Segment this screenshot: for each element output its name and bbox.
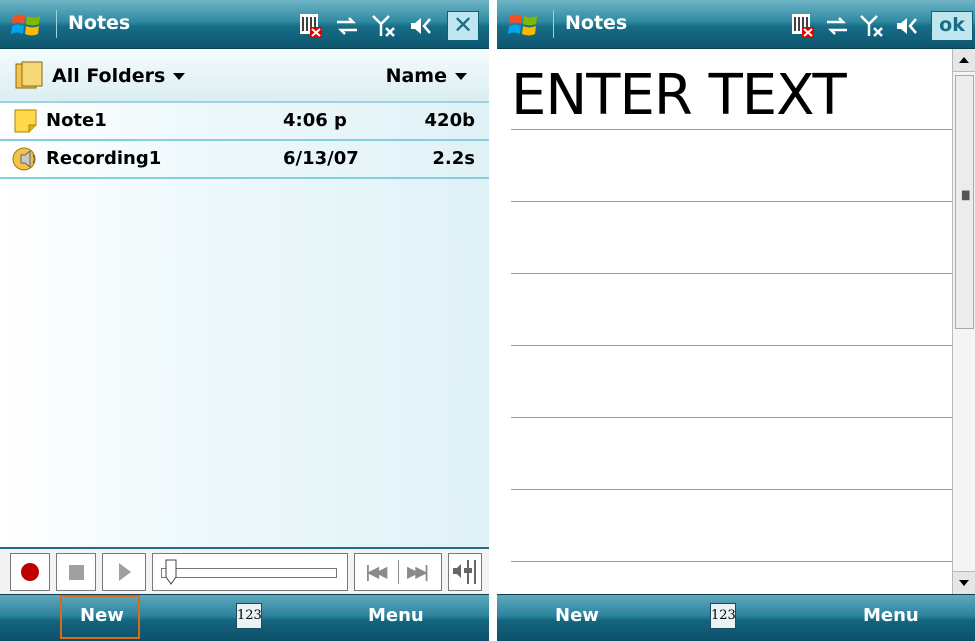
scroll-thumb[interactable]: ▬ ▬ ▬ xyxy=(955,75,974,329)
note-icon xyxy=(14,109,37,133)
ruled-line xyxy=(511,129,953,130)
note-editor-screen: Notes ok ENTER TEXT ▬ ▬ ▬ New 123 Menu xyxy=(497,0,975,641)
scroll-up-arrow[interactable] xyxy=(953,49,975,72)
playback-slider[interactable] xyxy=(152,553,348,591)
scroll-down-arrow[interactable] xyxy=(953,571,975,594)
new-softkey[interactable]: New xyxy=(555,605,599,626)
skip-back-icon[interactable]: |◀◀ xyxy=(365,562,388,581)
list-item[interactable]: Recording1 6/13/07 2.2s xyxy=(0,141,489,179)
ruled-line xyxy=(511,561,953,562)
ruled-line xyxy=(511,489,953,490)
slider-track xyxy=(161,568,337,578)
ok-button[interactable]: ok xyxy=(931,11,973,41)
list-item-date: 6/13/07 xyxy=(283,148,359,169)
folder-dropdown[interactable]: All Folders xyxy=(52,65,186,87)
folder-icon xyxy=(15,61,43,89)
ruled-line xyxy=(511,345,953,346)
list-item[interactable]: Note1 4:06 p 420b xyxy=(0,103,489,141)
notes-list-screen: Notes ✕ All Folders Name Note1 4:06 p 42… xyxy=(0,0,489,641)
app-title: Notes xyxy=(68,12,131,34)
title-separator xyxy=(553,10,554,38)
volume-icon[interactable] xyxy=(895,15,921,37)
sort-dropdown-label: Name xyxy=(385,65,447,87)
list-item-name: Recording1 xyxy=(46,148,162,169)
close-button[interactable]: ✕ xyxy=(447,11,479,41)
record-button[interactable] xyxy=(10,553,50,591)
start-menu-icon[interactable] xyxy=(10,10,44,40)
softkey-bar: New 123 Menu xyxy=(497,594,975,641)
list-item-name: Note1 xyxy=(46,110,107,131)
volume-control-button[interactable] xyxy=(448,553,482,591)
folder-bar: All Folders Name xyxy=(0,49,489,103)
input-panel-icon[interactable]: 123 xyxy=(710,603,736,629)
connectivity-icon[interactable] xyxy=(335,16,359,36)
audio-icon xyxy=(12,147,36,171)
ruled-line xyxy=(511,417,953,418)
status-icons: ✕ xyxy=(299,11,479,41)
note-content: ENTER TEXT xyxy=(511,63,847,128)
list-item-size: 2.2s xyxy=(432,148,475,169)
seek-controls: |◀◀ ▶▶| xyxy=(354,553,442,591)
title-bar: Notes ✕ xyxy=(0,0,489,49)
volume-icon[interactable] xyxy=(409,15,435,37)
app-title: Notes xyxy=(565,12,628,34)
volume-slider-icon xyxy=(453,560,476,584)
notes-list: Note1 4:06 p 420b Recording1 6/13/07 2.2… xyxy=(0,103,489,547)
recording-toolbar: |◀◀ ▶▶| xyxy=(0,547,489,597)
vertical-scrollbar[interactable]: ▬ ▬ ▬ xyxy=(952,49,975,594)
chevron-down-icon xyxy=(455,73,467,80)
status-icons: ok xyxy=(791,11,973,41)
note-text-area[interactable]: ENTER TEXT xyxy=(497,49,953,594)
stop-button[interactable] xyxy=(56,553,96,591)
input-panel-icon[interactable]: 123 xyxy=(236,603,262,629)
title-bar: Notes ok xyxy=(497,0,975,49)
chevron-down-icon xyxy=(173,73,186,80)
start-menu-icon[interactable] xyxy=(507,10,541,40)
menu-softkey[interactable]: Menu xyxy=(863,605,919,626)
screen-gap xyxy=(489,0,497,641)
folder-dropdown-label: All Folders xyxy=(52,65,166,87)
menu-softkey[interactable]: Menu xyxy=(368,605,424,626)
signal-off-icon[interactable] xyxy=(371,14,397,38)
ruled-line xyxy=(511,201,953,202)
title-separator xyxy=(56,10,57,38)
new-softkey[interactable]: New xyxy=(80,605,124,626)
seek-separator xyxy=(398,560,399,584)
play-button[interactable] xyxy=(102,553,146,591)
connectivity-icon[interactable] xyxy=(825,16,849,36)
slider-thumb[interactable] xyxy=(165,559,177,585)
sort-dropdown[interactable]: Name xyxy=(386,65,467,87)
sim-card-error-icon[interactable] xyxy=(299,13,323,39)
skip-forward-icon[interactable]: ▶▶| xyxy=(407,562,430,581)
signal-off-icon[interactable] xyxy=(859,14,885,38)
ruled-line xyxy=(511,273,953,274)
list-item-size: 420b xyxy=(424,110,475,131)
softkey-bar: New 123 Menu xyxy=(0,594,489,641)
list-item-date: 4:06 p xyxy=(283,110,347,131)
scroll-grip-icon: ▬ ▬ ▬ xyxy=(961,187,971,204)
sim-card-error-icon[interactable] xyxy=(791,13,815,39)
